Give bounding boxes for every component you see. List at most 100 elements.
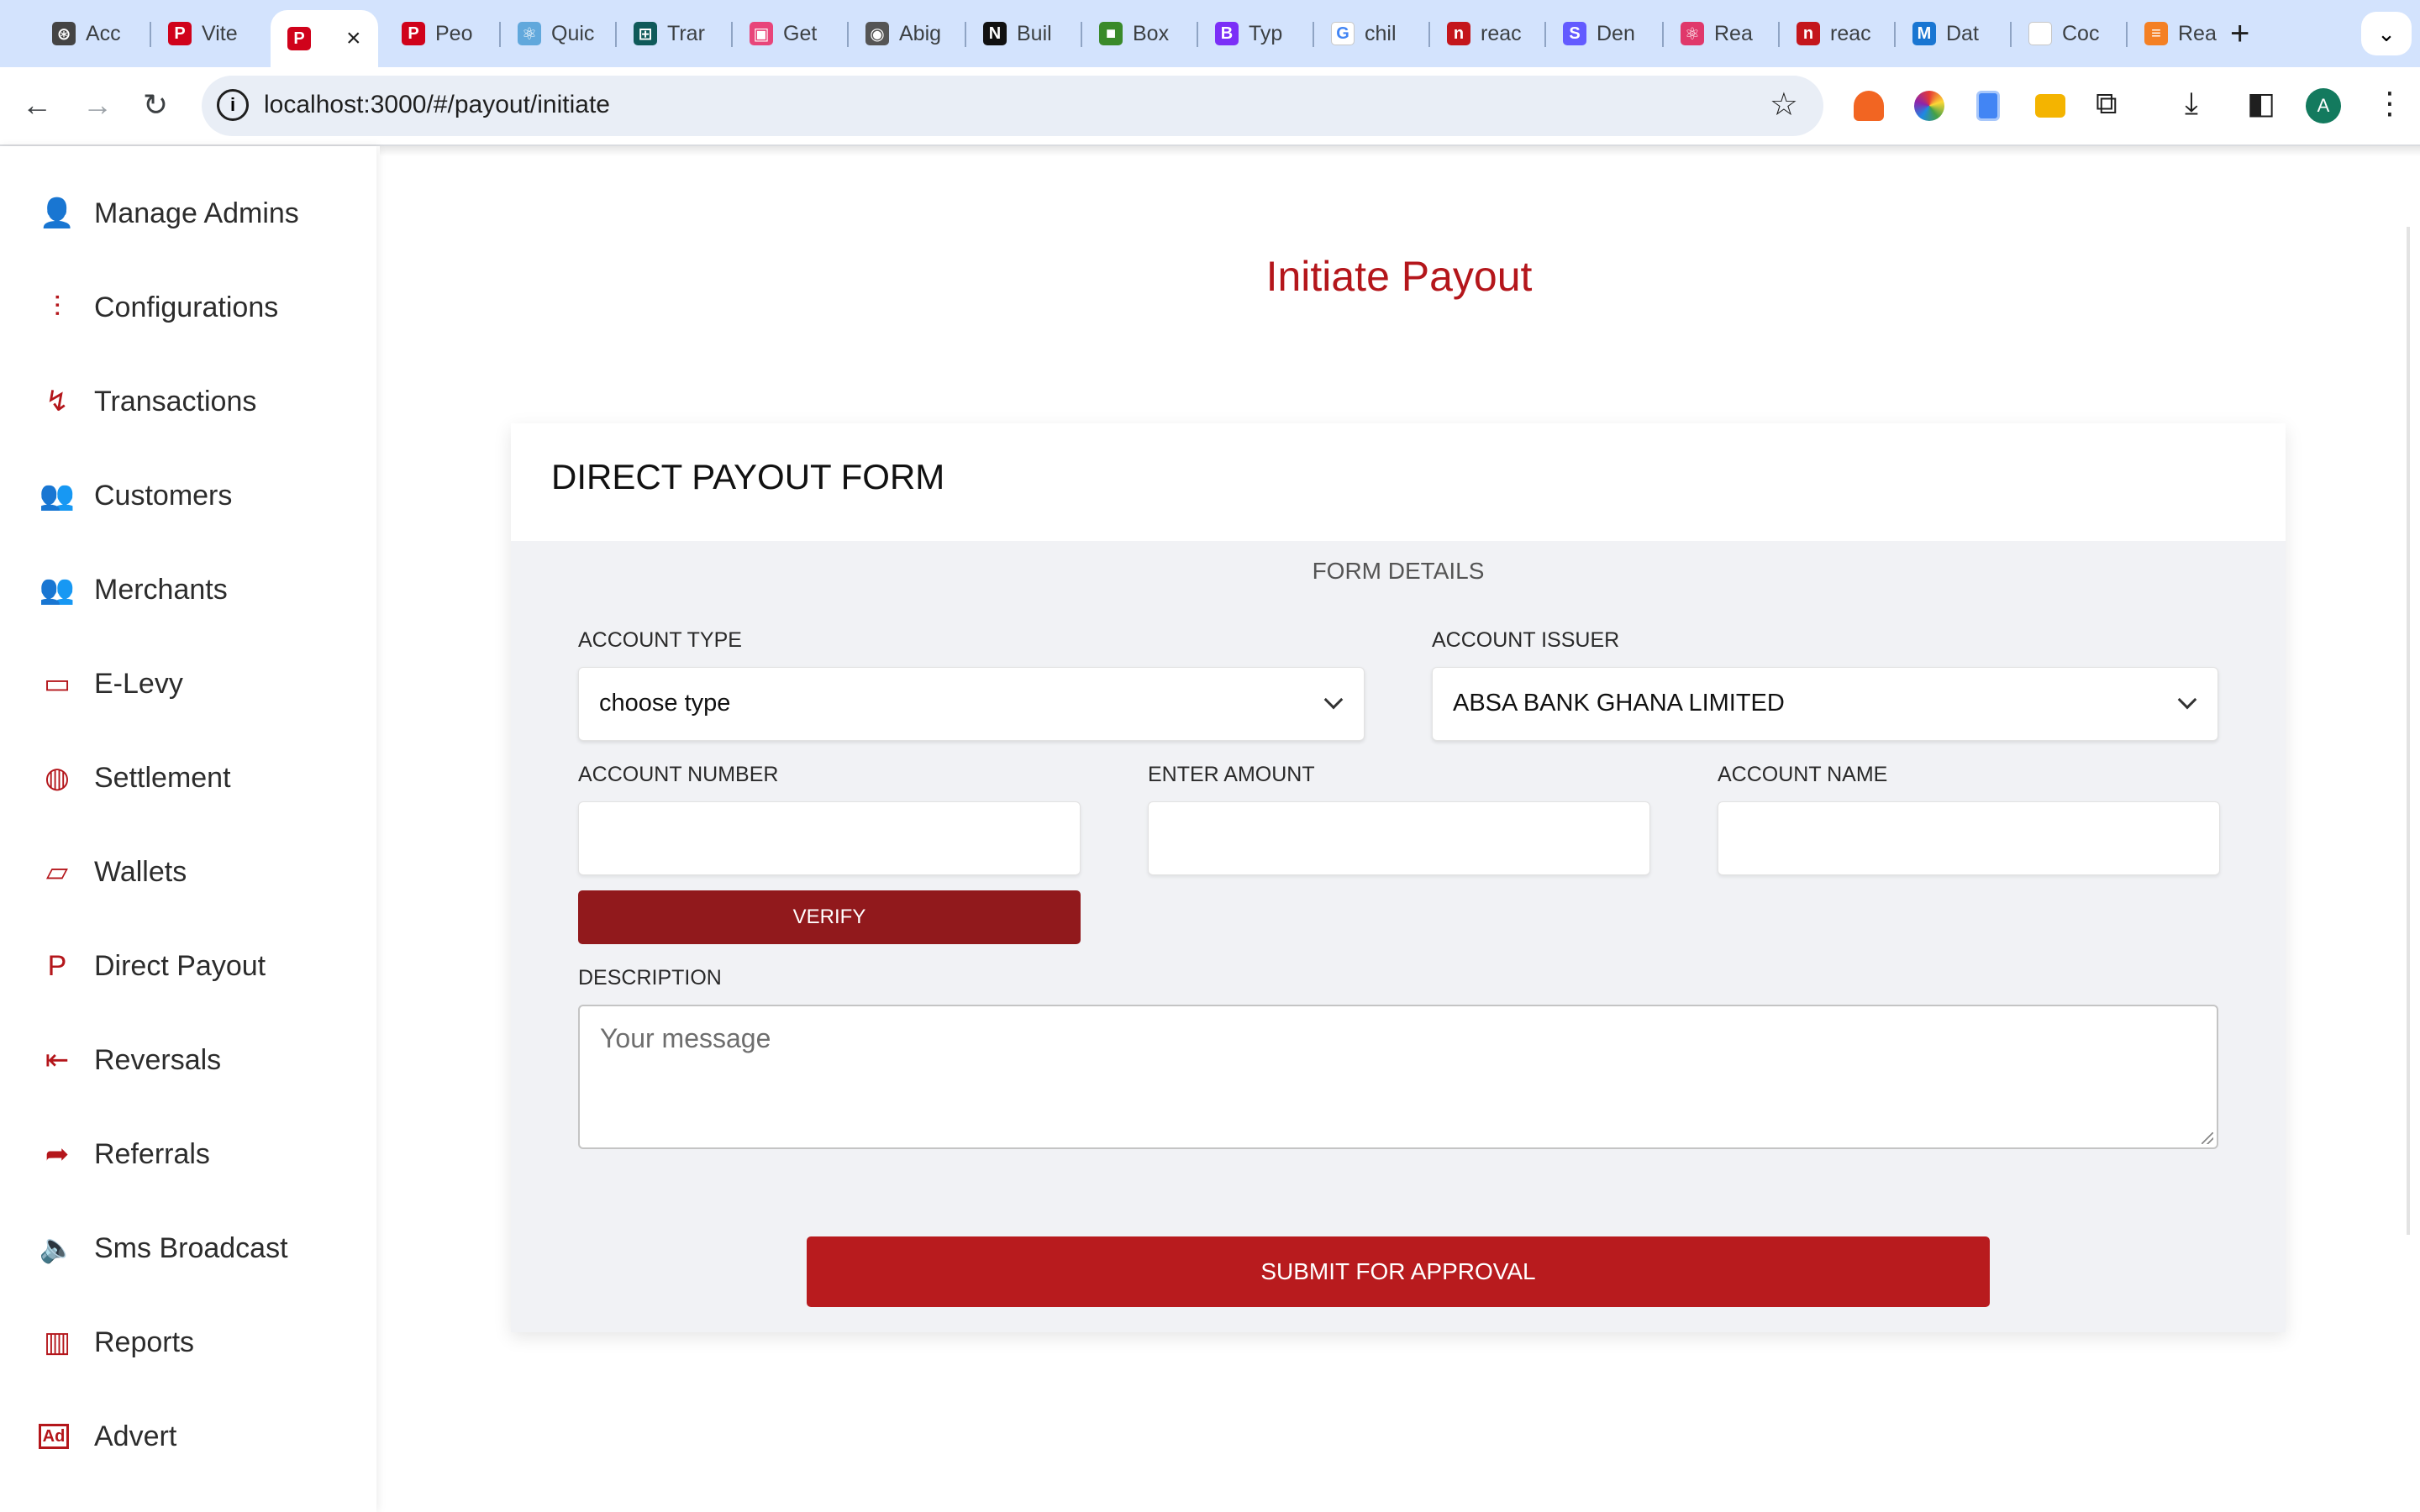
sidebar-item-wallets[interactable]: ▱ Wallets <box>39 847 187 897</box>
browser-tab[interactable]: ▣ Get <box>733 15 849 52</box>
browser-tab[interactable]: P × <box>271 10 378 67</box>
sidebar-item-label: Reports <box>94 1326 195 1358</box>
sidebar-item-label: Referrals <box>94 1137 210 1170</box>
browser-tab-title: reac <box>1481 21 1522 45</box>
new-tab-button[interactable]: + <box>2230 15 2249 53</box>
resize-grip-icon[interactable] <box>2202 1132 2213 1144</box>
sidebar-item-reversals[interactable]: ⇤ Reversals <box>39 1035 221 1085</box>
browser-tab[interactable]: Gchil <box>1314 15 1430 52</box>
sidebar-item-label: Transactions <box>94 385 257 417</box>
account-type-value: choose type <box>599 690 731 717</box>
account-number-input[interactable] <box>578 801 1081 875</box>
sidebar-item-transactions[interactable]: ↯ Transactions <box>39 376 257 427</box>
sidebar-item-merchants[interactable]: 👥 Merchants <box>39 564 228 615</box>
sidebar-item-label: E-Levy <box>94 667 183 700</box>
sidebar-item-label: Direct Payout <box>94 949 266 982</box>
description-placeholder: Your message <box>600 1023 771 1053</box>
extension-fox-icon[interactable] <box>1854 91 1884 121</box>
address-bar-url[interactable]: localhost:3000/#/payout/initiate <box>264 91 610 119</box>
transaction-icon: ↯ <box>45 386 70 417</box>
browser-tab-title: Dat <box>1946 21 1979 45</box>
sidebar-item-configurations[interactable]: ⫶ Configurations <box>39 282 279 333</box>
bar-chart-icon: ▥ <box>43 1326 71 1358</box>
form-title: DIRECT PAYOUT FORM <box>551 457 945 496</box>
browser-tab-title: Acc <box>86 21 121 45</box>
stripe-icon: S <box>1563 22 1586 45</box>
account-type-select[interactable]: choose type <box>578 667 1365 741</box>
sidebar-item-label: Advert <box>94 1420 177 1452</box>
submit-for-approval-button[interactable]: SUBMIT FOR APPROVAL <box>807 1236 1990 1307</box>
browser-tab[interactable]: n reac <box>1430 15 1546 52</box>
sidebar-item-label: Configurations <box>94 291 279 323</box>
extension-color-wheel-icon[interactable] <box>1914 91 1944 121</box>
sidebar-item-reports[interactable]: ▥ Reports <box>39 1317 194 1368</box>
account-issuer-select[interactable]: ABSA BANK GHANA LIMITED <box>1432 667 2218 741</box>
admin-user-icon: 👤 <box>39 197 76 229</box>
address-bar[interactable]: i localhost:3000/#/payout/initiate ☆ <box>202 76 1823 136</box>
browser-tab-title: Den <box>1597 21 1635 45</box>
browser-tab[interactable]: P Vite <box>151 15 267 52</box>
account-name-label: ACCOUNT NAME <box>1718 763 1888 786</box>
reload-icon[interactable]: ↻ <box>143 87 168 123</box>
cash-icon: ▭ <box>43 668 71 700</box>
form-card-header: DIRECT PAYOUT FORM <box>511 423 2286 541</box>
site-info-icon[interactable]: i <box>217 89 249 121</box>
sidebar-item-referrals[interactable]: ➦ Referrals <box>39 1129 210 1179</box>
browser-tab[interactable]: M Dat <box>1896 15 2012 52</box>
users-icon: 👥 <box>39 480 76 512</box>
browser-tab-title: reac <box>1830 21 1871 45</box>
browser-menu-icon[interactable]: ⋮ <box>2375 86 2405 121</box>
browser-tab[interactable]: ■ Box <box>1082 15 1198 52</box>
sidebar-item-manage-admins[interactable]: 👤 Manage Admins <box>39 188 299 239</box>
form-section-label: FORM DETAILS <box>1312 558 1485 584</box>
account-number-label: ACCOUNT NUMBER <box>578 763 779 786</box>
account-issuer-value: ABSA BANK GHANA LIMITED <box>1453 690 1785 717</box>
description-textarea[interactable]: Your message <box>578 1005 2218 1149</box>
chevron-down-icon <box>2177 690 2197 710</box>
browser-tab[interactable]: Coc <box>2012 15 2128 52</box>
close-tab-icon[interactable]: × <box>346 24 361 53</box>
bookmark-star-icon[interactable]: ☆ <box>1770 86 1798 123</box>
browser-tab[interactable]: ≡ Rea <box>2128 15 2244 52</box>
sidebar-item-direct-payout[interactable]: P Direct Payout <box>39 941 266 991</box>
sidebar-item-label: Wallets <box>94 855 187 888</box>
browser-tab[interactable]: ⊛ Acc <box>35 15 151 52</box>
google-icon: G <box>1331 22 1355 45</box>
side-panel-icon[interactable]: ◧ <box>2247 86 2275 121</box>
browser-tab[interactable]: B Typ <box>1198 15 1314 52</box>
browser-tab[interactable]: S Den <box>1546 15 1662 52</box>
users-icon: 👥 <box>39 574 76 606</box>
forward-arrow-icon[interactable]: → <box>82 87 113 123</box>
box-icon: ■ <box>1099 22 1123 45</box>
sidebar-item-advert[interactable]: Ad Advert <box>39 1411 176 1462</box>
chevron-down-icon <box>1323 690 1344 710</box>
sidebar-item-settlement[interactable]: ◍ Settlement <box>39 753 230 803</box>
browser-tab[interactable]: ⚛ Quic <box>501 15 617 52</box>
page-title: Initiate Payout <box>1265 253 1533 300</box>
browser-tab[interactable]: ⚛ Rea <box>1664 15 1780 52</box>
sidebar-item-customers[interactable]: 👥 Customers <box>39 470 233 521</box>
download-icon[interactable]: ⤓ <box>2185 86 2198 122</box>
profile-avatar[interactable]: A <box>2306 88 2341 123</box>
sidebar-item-e-levy[interactable]: ▭ E-Levy <box>39 659 183 709</box>
browser-tab[interactable]: ⊞ Trar <box>617 15 733 52</box>
browser-tab[interactable]: P Peo <box>385 15 501 52</box>
sidebar-item-sms-broadcast[interactable]: 🔈 Sms Broadcast <box>39 1223 288 1273</box>
tab-search-chevron-icon[interactable]: ⌄ <box>2361 12 2412 55</box>
account-name-input[interactable] <box>1718 801 2220 875</box>
browser-tab-title: Peo <box>435 21 473 45</box>
browser-tab[interactable]: n reac <box>1780 15 1896 52</box>
browser-tab-title: Vite <box>202 21 238 45</box>
page-scrollbar[interactable] <box>2407 227 2410 1235</box>
sidebar-item-label: Manage Admins <box>94 197 299 229</box>
browser-tab[interactable]: ◉ Abig <box>849 15 965 52</box>
amount-label: ENTER AMOUNT <box>1148 763 1315 786</box>
browser-tab[interactable]: N Buil <box>966 15 1082 52</box>
amount-input[interactable] <box>1148 801 1650 875</box>
back-arrow-icon[interactable]: ← <box>22 87 52 123</box>
extension-phone-icon[interactable] <box>1976 91 2000 121</box>
verify-button[interactable]: VERIFY <box>578 890 1081 944</box>
sidebar-item-label: Customers <box>94 479 233 512</box>
extensions-puzzle-icon[interactable]: ⧉ <box>2096 86 2118 122</box>
extension-card-icon[interactable] <box>2035 94 2065 118</box>
